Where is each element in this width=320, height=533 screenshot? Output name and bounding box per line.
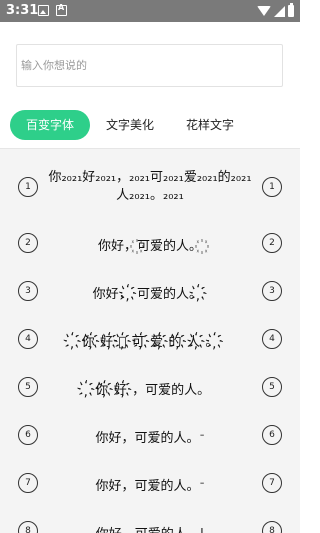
status-time: 3:31: [6, 3, 39, 18]
styled-text[interactable]: ҉你҉好҉，҉可҉爱҉的҉人҉。҉: [42, 331, 258, 350]
app-icon: [56, 3, 67, 16]
copy-number-button[interactable]: 8: [262, 521, 282, 533]
row-number: 1: [18, 177, 38, 197]
list-item[interactable]: 8 你好，可爱的人。| 8: [0, 509, 300, 533]
wifi-icon: [257, 6, 271, 16]
signal-icon: [274, 5, 285, 17]
styled-text[interactable]: 你好，꙰可爱的人。꙰: [42, 235, 258, 254]
copy-number-button[interactable]: 7: [262, 473, 282, 493]
list-item[interactable]: 5 ҉你҉好҉，可爱的人。 5: [0, 365, 300, 409]
copy-number-button[interactable]: 3: [262, 281, 282, 301]
list-item[interactable]: 7 你好，可爱的人。ᐨ 7: [0, 461, 300, 505]
gallery-icon: [38, 5, 49, 16]
styled-text[interactable]: 你好，可爱的人。ᐨ: [42, 427, 258, 446]
status-right-icons: [257, 3, 294, 18]
row-number: 8: [18, 521, 38, 533]
styled-text[interactable]: ҉你҉好҉，可爱的人。: [42, 379, 258, 398]
copy-number-button[interactable]: 5: [262, 377, 282, 397]
row-number: 2: [18, 233, 38, 253]
styled-text[interactable]: 你₂₀₂₁好₂₀₂₁，₂₀₂₁可₂₀₂₁爱₂₀₂₁的₂₀₂₁人₂₀₂₁。₂₀₂₁: [42, 169, 258, 205]
result-list: 1 你₂₀₂₁好₂₀₂₁，₂₀₂₁可₂₀₂₁爱₂₀₂₁的₂₀₂₁人₂₀₂₁。₂₀…: [0, 149, 300, 533]
text-input-box[interactable]: [16, 44, 283, 87]
tab-fancy-text[interactable]: 花样文字: [180, 110, 240, 140]
styled-text[interactable]: 你好，可爱的人。ᐨ: [42, 475, 258, 494]
copy-number-button[interactable]: 2: [262, 233, 282, 253]
styled-text[interactable]: 你好，҉可爱的人。҉: [42, 283, 258, 302]
row-number: 3: [18, 281, 38, 301]
list-item[interactable]: 2 你好，꙰可爱的人。꙰ 2: [0, 221, 300, 265]
battery-icon: [288, 3, 294, 17]
text-input[interactable]: [17, 45, 282, 86]
row-number: 7: [18, 473, 38, 493]
row-number: 6: [18, 425, 38, 445]
row-number: 5: [18, 377, 38, 397]
copy-number-button[interactable]: 4: [262, 329, 282, 349]
styled-text[interactable]: 你好，可爱的人。|: [42, 523, 258, 533]
copy-number-button[interactable]: 1: [262, 177, 282, 197]
copy-number-button[interactable]: 6: [262, 425, 282, 445]
tab-text-beautify[interactable]: 文字美化: [100, 110, 160, 140]
status-bar: 3:31: [0, 0, 300, 22]
list-item[interactable]: 4 ҉你҉好҉，҉可҉爱҉的҉人҉。҉ 4: [0, 317, 300, 361]
list-item[interactable]: 6 你好，可爱的人。ᐨ 6: [0, 413, 300, 457]
row-number: 4: [18, 329, 38, 349]
list-item[interactable]: 1 你₂₀₂₁好₂₀₂₁，₂₀₂₁可₂₀₂₁爱₂₀₂₁的₂₀₂₁人₂₀₂₁。₂₀…: [0, 157, 300, 205]
tab-font-variants[interactable]: 百变字体: [10, 110, 90, 140]
style-tabs: 百变字体 文字美化 花样文字: [0, 110, 300, 140]
list-item[interactable]: 3 你好，҉可爱的人。҉ 3: [0, 269, 300, 313]
